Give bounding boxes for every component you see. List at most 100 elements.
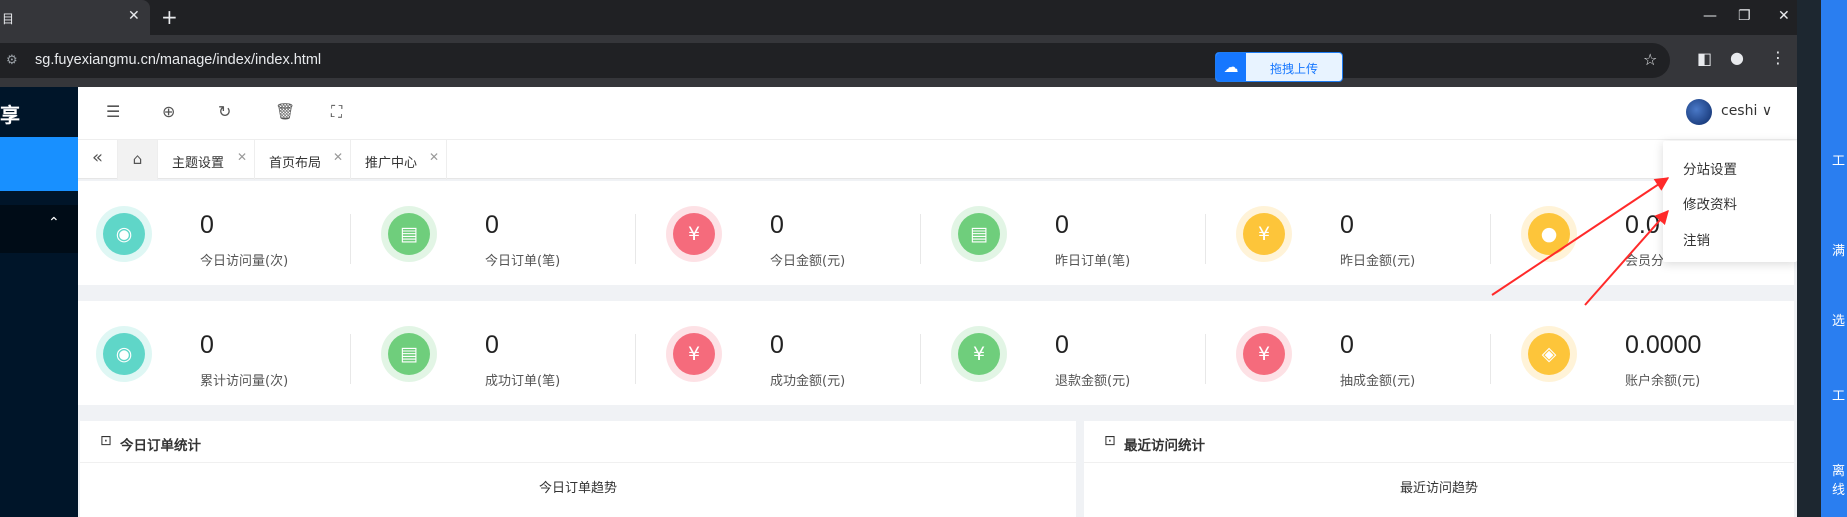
tab-label: 推广中心 <box>365 156 418 171</box>
new-tab-icon[interactable]: + <box>161 5 178 29</box>
stat-item: ¥0 今日金额(元) <box>648 181 932 285</box>
stat-icon-ring: ▤ <box>951 206 1007 262</box>
chart-board-icon: ⊡ <box>100 433 112 449</box>
tab-close-icon[interactable]: ✕ <box>237 150 247 164</box>
menu-item-edit-profile[interactable]: 修改资料 <box>1683 193 1737 213</box>
minimize-icon[interactable]: — <box>1703 8 1717 24</box>
stat-icon-ring: ¥ <box>666 206 722 262</box>
stat-divider <box>920 334 921 384</box>
stat-value: 0 <box>1055 331 1069 359</box>
drag-upload-button[interactable]: ☁ 拖拽上传 <box>1215 52 1343 82</box>
stat-divider <box>1490 214 1491 264</box>
panel-header: ⊡ 最近访问统计 <box>1084 421 1794 463</box>
stat-label: 会员分 <box>1625 254 1665 269</box>
stat-label: 成功金额(元) <box>770 374 846 389</box>
page-viewport: 享 ⌃ ☰ ⊕ ↻ 🗑 ⛶ ceshi ∨ « ⌂ 主题设置 ✕ 首页布局 ✕ … <box>0 87 1797 517</box>
profile-icon[interactable]: ● <box>1730 48 1744 67</box>
chevron-down-icon: ∨ <box>1761 103 1773 119</box>
dock-label[interactable]: 工 <box>1832 385 1845 404</box>
dock-label[interactable]: 满 <box>1832 240 1845 259</box>
tab-close-icon[interactable]: ✕ <box>429 150 439 164</box>
stat-divider <box>920 214 921 264</box>
tab-home-layout[interactable]: 首页布局 ✕ <box>255 140 351 180</box>
yen-icon: ¥ <box>673 213 715 255</box>
stat-icon-ring: ¥ <box>1236 326 1292 382</box>
stat-divider <box>635 334 636 384</box>
panel-title: 今日订单统计 <box>120 438 201 454</box>
dock-label[interactable]: 选 <box>1832 310 1845 329</box>
stat-value: 0.0 <box>1625 211 1660 239</box>
sidebar-item-active[interactable] <box>0 137 78 191</box>
yen-icon: ¥ <box>1243 333 1285 375</box>
tab-label: 首页布局 <box>269 156 322 171</box>
avatar[interactable] <box>1686 99 1712 125</box>
yen-icon: ¥ <box>673 333 715 375</box>
refresh-icon[interactable]: ↻ <box>218 102 231 121</box>
tab-home[interactable]: ⌂ <box>118 140 158 180</box>
stats-card-total: ◉ 0 累计访问量(次) ▤ 0 成功订单(笔) ¥0 成功金额(元) ¥0 退款金额(元) ¥0 抽… <box>78 301 1794 405</box>
calendar-icon: ▤ <box>388 213 430 255</box>
stat-divider <box>635 214 636 264</box>
stat-value: 0.0000 <box>1625 331 1702 359</box>
user-icon: ● <box>1528 213 1570 255</box>
menu-item-substation-settings[interactable]: 分站设置 <box>1683 158 1737 178</box>
fullscreen-icon[interactable]: ⛶ <box>331 102 342 122</box>
address-bar[interactable]: ⚙ sg.fuyexiangmu.cn/manage/index/index.h… <box>0 43 1670 82</box>
site-info-icon[interactable]: ⚙ <box>6 53 18 68</box>
panel-subtitle: 最近访问趋势 <box>1399 481 1478 496</box>
stat-label: 成功订单(笔) <box>485 374 561 389</box>
stat-icon-ring: ◈ <box>1521 326 1577 382</box>
sidebar-logo: 享 <box>0 103 20 127</box>
bookmark-star-icon[interactable]: ☆ <box>1643 50 1657 69</box>
stat-value: 0 <box>1340 331 1354 359</box>
user-name: ceshi <box>1721 103 1758 119</box>
trash-icon[interactable]: 🗑 <box>275 102 295 121</box>
browser-toolbar: ⚙ sg.fuyexiangmu.cn/manage/index/index.h… <box>0 35 1797 87</box>
url-text[interactable]: sg.fuyexiangmu.cn/manage/index/index.htm… <box>35 52 321 68</box>
browser-tab-strip: 目 ✕ + — ❐ ✕ <box>0 0 1797 35</box>
sidebar-group[interactable] <box>0 205 78 253</box>
stat-value: 0 <box>1340 211 1354 239</box>
stat-label: 今日访问量(次) <box>200 254 289 269</box>
stat-item: ◉ 0 今日访问量(次) <box>78 181 362 285</box>
stat-value: 0 <box>200 211 214 239</box>
user-menu[interactable]: ceshi ∨ <box>1721 103 1772 119</box>
stat-label: 今日金额(元) <box>770 254 846 269</box>
stat-label: 退款金额(元) <box>1055 374 1131 389</box>
stat-divider <box>350 334 351 384</box>
user-dropdown-menu: 分站设置 修改资料 注销 <box>1663 141 1797 262</box>
chart-board-icon: ⊡ <box>1104 433 1116 449</box>
globe-icon[interactable]: ⊕ <box>162 102 175 121</box>
dock-label[interactable]: 工 <box>1832 150 1845 169</box>
stat-icon-ring: ▤ <box>381 206 437 262</box>
tab-label: 主题设置 <box>172 156 225 171</box>
page-tabs: « ⌂ 主题设置 ✕ 首页布局 ✕ 推广中心 ✕ <box>78 139 1797 180</box>
stat-item: ▤ 0 今日订单(笔) <box>363 181 647 285</box>
drag-upload-label: 拖拽上传 <box>1270 62 1319 76</box>
sidebar: 享 ⌃ <box>0 87 78 517</box>
tab-theme-settings[interactable]: 主题设置 ✕ <box>158 140 255 180</box>
window-close-icon[interactable]: ✕ <box>1778 8 1790 24</box>
home-icon: ⌂ <box>132 150 143 168</box>
chevron-up-icon[interactable]: ⌃ <box>48 215 60 231</box>
restore-icon[interactable]: ❐ <box>1738 8 1751 24</box>
menu-item-logout[interactable]: 注销 <box>1683 229 1710 249</box>
stat-label: 抽成金额(元) <box>1340 374 1416 389</box>
top-header: ☰ ⊕ ↻ 🗑 ⛶ ceshi ∨ <box>78 87 1797 139</box>
stats-card-today: ◉ 0 今日访问量(次) ▤ 0 今日订单(笔) ¥0 今日金额(元) ▤ 0 昨日订单(笔) ¥0 昨… <box>78 181 1794 285</box>
menu-icon[interactable]: ⋮ <box>1770 48 1786 67</box>
close-tab-icon[interactable]: ✕ <box>128 8 140 24</box>
tab-promotion-center[interactable]: 推广中心 ✕ <box>351 140 447 180</box>
panel-subtitle: 今日订单趋势 <box>538 481 617 496</box>
panel-header: ⊡ 今日订单统计 <box>80 421 1076 463</box>
side-panel-icon[interactable]: ◧ <box>1697 49 1712 68</box>
dock-label[interactable]: 离线 <box>1832 460 1847 498</box>
panel-today-orders: ⊡ 今日订单统计 今日订单趋势 <box>80 421 1076 517</box>
browser-tab[interactable]: 目 ✕ <box>0 0 150 35</box>
stat-value: 0 <box>770 331 784 359</box>
tabs-scroll-left-icon[interactable]: « <box>78 140 118 180</box>
menu-fold-icon[interactable]: ☰ <box>106 102 120 121</box>
stat-value: 0 <box>1055 211 1069 239</box>
tab-close-icon[interactable]: ✕ <box>333 150 343 164</box>
calendar-icon: ▤ <box>388 333 430 375</box>
